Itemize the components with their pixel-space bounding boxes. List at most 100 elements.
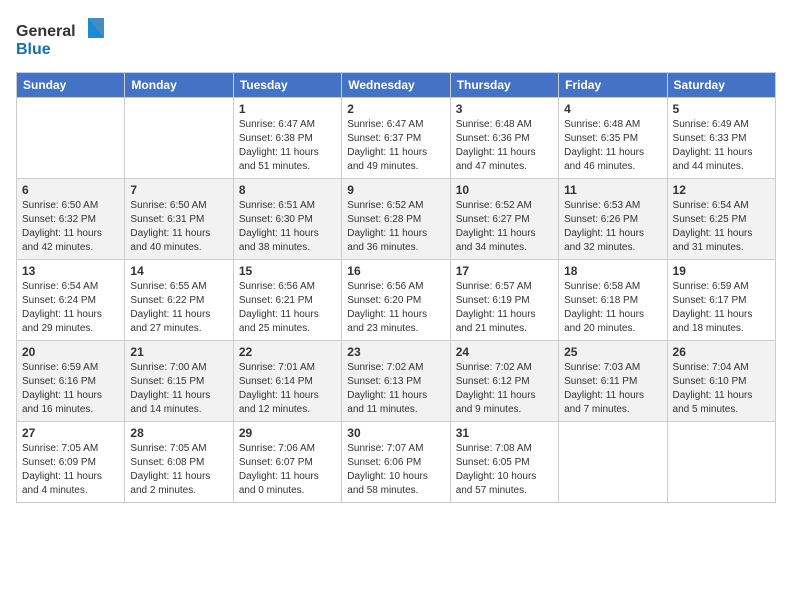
day-number: 18 bbox=[564, 264, 661, 278]
calendar-day: 6 Sunrise: 6:50 AM Sunset: 6:32 PM Daylig… bbox=[17, 179, 125, 260]
weekday-header-saturday: Saturday bbox=[667, 73, 775, 98]
day-info: Sunrise: 6:54 AM Sunset: 6:24 PM Dayligh… bbox=[22, 280, 119, 336]
calendar-day: 25 Sunrise: 7:03 AM Sunset: 6:11 PM Dayli… bbox=[559, 341, 667, 422]
day-number: 16 bbox=[347, 264, 444, 278]
day-number: 28 bbox=[130, 426, 227, 440]
day-number: 27 bbox=[22, 426, 119, 440]
day-number: 23 bbox=[347, 345, 444, 359]
calendar-day: 21 Sunrise: 7:00 AM Sunset: 6:15 PM Dayli… bbox=[125, 341, 233, 422]
calendar-day bbox=[17, 98, 125, 179]
day-number: 21 bbox=[130, 345, 227, 359]
calendar-week-3: 13 Sunrise: 6:54 AM Sunset: 6:24 PM Dayli… bbox=[17, 260, 776, 341]
calendar-day: 26Sunrise: 7:04 AM Sunset: 6:10 PM Dayli… bbox=[667, 341, 775, 422]
day-number: 29 bbox=[239, 426, 336, 440]
day-number: 31 bbox=[456, 426, 553, 440]
day-info: Sunrise: 6:56 AM Sunset: 6:21 PM Dayligh… bbox=[239, 280, 336, 336]
calendar-day: 7Sunrise: 6:50 AM Sunset: 6:31 PM Daylig… bbox=[125, 179, 233, 260]
day-number: 25 bbox=[564, 345, 661, 359]
calendar-week-1: 1 Sunrise: 6:47 AM Sunset: 6:38 PM Daylig… bbox=[17, 98, 776, 179]
day-number: 14 bbox=[130, 264, 227, 278]
weekday-header-friday: Friday bbox=[559, 73, 667, 98]
logo: General Blue bbox=[16, 16, 106, 60]
calendar-day: 31Sunrise: 7:08 AM Sunset: 6:05 PM Dayli… bbox=[450, 422, 558, 503]
day-number: 5 bbox=[673, 102, 770, 116]
calendar-day: 22Sunrise: 7:01 AM Sunset: 6:14 PM Dayli… bbox=[233, 341, 341, 422]
calendar-day: 17 Sunrise: 6:57 AM Sunset: 6:19 PM Dayli… bbox=[450, 260, 558, 341]
calendar-day bbox=[559, 422, 667, 503]
day-number: 10 bbox=[456, 183, 553, 197]
calendar-day bbox=[667, 422, 775, 503]
calendar-week-4: 20 Sunrise: 6:59 AM Sunset: 6:16 PM Dayli… bbox=[17, 341, 776, 422]
calendar-day: 16 Sunrise: 6:56 AM Sunset: 6:20 PM Dayli… bbox=[342, 260, 450, 341]
day-info: Sunrise: 6:59 AM Sunset: 6:16 PM Dayligh… bbox=[22, 361, 119, 417]
day-info: Sunrise: 7:05 AM Sunset: 6:08 PM Dayligh… bbox=[130, 442, 227, 498]
calendar-day: 3Sunrise: 6:48 AM Sunset: 6:36 PM Daylig… bbox=[450, 98, 558, 179]
day-number: 9 bbox=[347, 183, 444, 197]
calendar-day bbox=[125, 98, 233, 179]
day-number: 17 bbox=[456, 264, 553, 278]
day-info: Sunrise: 7:07 AM Sunset: 6:06 PM Dayligh… bbox=[347, 442, 444, 498]
day-number: 30 bbox=[347, 426, 444, 440]
calendar-day: 9 Sunrise: 6:52 AM Sunset: 6:28 PM Daylig… bbox=[342, 179, 450, 260]
calendar-day: 8 Sunrise: 6:51 AM Sunset: 6:30 PM Daylig… bbox=[233, 179, 341, 260]
calendar-day: 11Sunrise: 6:53 AM Sunset: 6:26 PM Dayli… bbox=[559, 179, 667, 260]
day-info: Sunrise: 7:04 AM Sunset: 6:10 PM Dayligh… bbox=[673, 361, 770, 417]
calendar-day: 10 Sunrise: 6:52 AM Sunset: 6:27 PM Dayli… bbox=[450, 179, 558, 260]
calendar-day: 29Sunrise: 7:06 AM Sunset: 6:07 PM Dayli… bbox=[233, 422, 341, 503]
day-number: 12 bbox=[673, 183, 770, 197]
day-info: Sunrise: 6:56 AM Sunset: 6:20 PM Dayligh… bbox=[347, 280, 444, 336]
weekday-header-sunday: Sunday bbox=[17, 73, 125, 98]
day-info: Sunrise: 6:57 AM Sunset: 6:19 PM Dayligh… bbox=[456, 280, 553, 336]
day-number: 24 bbox=[456, 345, 553, 359]
day-number: 19 bbox=[673, 264, 770, 278]
calendar-day: 30 Sunrise: 7:07 AM Sunset: 6:06 PM Dayli… bbox=[342, 422, 450, 503]
calendar-day: 20 Sunrise: 6:59 AM Sunset: 6:16 PM Dayli… bbox=[17, 341, 125, 422]
day-info: Sunrise: 6:47 AM Sunset: 6:37 PM Dayligh… bbox=[347, 118, 444, 174]
day-info: Sunrise: 6:51 AM Sunset: 6:30 PM Dayligh… bbox=[239, 199, 336, 255]
day-number: 13 bbox=[22, 264, 119, 278]
day-info: Sunrise: 7:02 AM Sunset: 6:12 PM Dayligh… bbox=[456, 361, 553, 417]
day-number: 22 bbox=[239, 345, 336, 359]
day-info: Sunrise: 6:48 AM Sunset: 6:35 PM Dayligh… bbox=[564, 118, 661, 174]
weekday-header-monday: Monday bbox=[125, 73, 233, 98]
day-info: Sunrise: 6:50 AM Sunset: 6:31 PM Dayligh… bbox=[130, 199, 227, 255]
day-number: 4 bbox=[564, 102, 661, 116]
day-info: Sunrise: 6:54 AM Sunset: 6:25 PM Dayligh… bbox=[673, 199, 770, 255]
day-info: Sunrise: 6:49 AM Sunset: 6:33 PM Dayligh… bbox=[673, 118, 770, 174]
calendar-table: SundayMondayTuesdayWednesdayThursdayFrid… bbox=[16, 72, 776, 503]
page-header: General Blue bbox=[16, 16, 776, 60]
day-number: 1 bbox=[239, 102, 336, 116]
logo-icon: General Blue bbox=[16, 16, 106, 60]
day-info: Sunrise: 6:47 AM Sunset: 6:38 PM Dayligh… bbox=[239, 118, 336, 174]
day-info: Sunrise: 6:59 AM Sunset: 6:17 PM Dayligh… bbox=[673, 280, 770, 336]
calendar-day: 13 Sunrise: 6:54 AM Sunset: 6:24 PM Dayli… bbox=[17, 260, 125, 341]
calendar-day: 15 Sunrise: 6:56 AM Sunset: 6:21 PM Dayli… bbox=[233, 260, 341, 341]
day-number: 6 bbox=[22, 183, 119, 197]
day-info: Sunrise: 7:02 AM Sunset: 6:13 PM Dayligh… bbox=[347, 361, 444, 417]
day-info: Sunrise: 6:58 AM Sunset: 6:18 PM Dayligh… bbox=[564, 280, 661, 336]
day-info: Sunrise: 6:52 AM Sunset: 6:27 PM Dayligh… bbox=[456, 199, 553, 255]
day-info: Sunrise: 7:03 AM Sunset: 6:11 PM Dayligh… bbox=[564, 361, 661, 417]
day-info: Sunrise: 7:00 AM Sunset: 6:15 PM Dayligh… bbox=[130, 361, 227, 417]
day-number: 2 bbox=[347, 102, 444, 116]
day-info: Sunrise: 6:53 AM Sunset: 6:26 PM Dayligh… bbox=[564, 199, 661, 255]
day-number: 8 bbox=[239, 183, 336, 197]
weekday-header-wednesday: Wednesday bbox=[342, 73, 450, 98]
calendar-week-2: 6 Sunrise: 6:50 AM Sunset: 6:32 PM Daylig… bbox=[17, 179, 776, 260]
day-number: 15 bbox=[239, 264, 336, 278]
day-info: Sunrise: 6:52 AM Sunset: 6:28 PM Dayligh… bbox=[347, 199, 444, 255]
day-info: Sunrise: 7:05 AM Sunset: 6:09 PM Dayligh… bbox=[22, 442, 119, 498]
calendar-day: 12 Sunrise: 6:54 AM Sunset: 6:25 PM Dayli… bbox=[667, 179, 775, 260]
calendar-day: 18 Sunrise: 6:58 AM Sunset: 6:18 PM Dayli… bbox=[559, 260, 667, 341]
day-number: 20 bbox=[22, 345, 119, 359]
day-info: Sunrise: 6:50 AM Sunset: 6:32 PM Dayligh… bbox=[22, 199, 119, 255]
day-info: Sunrise: 6:55 AM Sunset: 6:22 PM Dayligh… bbox=[130, 280, 227, 336]
svg-text:Blue: Blue bbox=[16, 41, 51, 58]
calendar-day: 23 Sunrise: 7:02 AM Sunset: 6:13 PM Dayli… bbox=[342, 341, 450, 422]
calendar-day: 19 Sunrise: 6:59 AM Sunset: 6:17 PM Dayli… bbox=[667, 260, 775, 341]
weekday-header-tuesday: Tuesday bbox=[233, 73, 341, 98]
calendar-day: 2 Sunrise: 6:47 AM Sunset: 6:37 PM Daylig… bbox=[342, 98, 450, 179]
day-number: 3 bbox=[456, 102, 553, 116]
calendar-day: 5 Sunrise: 6:49 AM Sunset: 6:33 PM Daylig… bbox=[667, 98, 775, 179]
calendar-day: 4 Sunrise: 6:48 AM Sunset: 6:35 PM Daylig… bbox=[559, 98, 667, 179]
